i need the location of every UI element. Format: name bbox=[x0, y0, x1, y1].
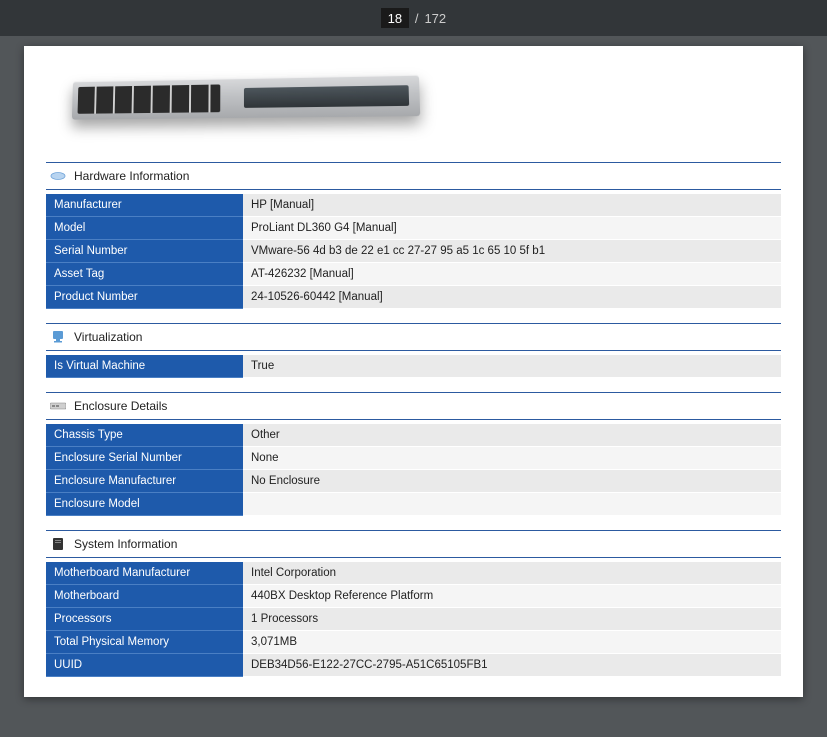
row-label: Model bbox=[46, 217, 243, 240]
section: Virtualization Is Virtual MachineTrue bbox=[46, 323, 781, 378]
section-header: Virtualization bbox=[46, 323, 781, 351]
row-value: VMware-56 4d b3 de 22 e1 cc 27-27 95 a5 … bbox=[243, 240, 781, 263]
section-header: Hardware Information bbox=[46, 162, 781, 190]
row-label: UUID bbox=[46, 654, 243, 677]
section-title: Virtualization bbox=[74, 330, 142, 344]
table-row: Total Physical Memory3,071MB bbox=[46, 631, 781, 654]
section-title: Enclosure Details bbox=[74, 399, 167, 413]
row-value bbox=[243, 493, 781, 516]
section: System Information Motherboard Manufactur… bbox=[46, 530, 781, 677]
table-row: Asset TagAT-426232 [Manual] bbox=[46, 263, 781, 286]
row-value: ProLiant DL360 G4 [Manual] bbox=[243, 217, 781, 240]
row-label: Enclosure Manufacturer bbox=[46, 470, 243, 493]
row-label: Product Number bbox=[46, 286, 243, 309]
row-label: Enclosure Serial Number bbox=[46, 447, 243, 470]
table-row: Enclosure Model bbox=[46, 493, 781, 516]
row-value: HP [Manual] bbox=[243, 194, 781, 217]
row-label: Processors bbox=[46, 608, 243, 631]
section-header: System Information bbox=[46, 530, 781, 558]
table-row: Enclosure Serial NumberNone bbox=[46, 447, 781, 470]
section-title: Hardware Information bbox=[74, 169, 189, 183]
table-row: Enclosure ManufacturerNo Enclosure bbox=[46, 470, 781, 493]
document-page: Hardware Information ManufacturerHP [Manu… bbox=[24, 46, 803, 697]
table-row: Motherboard440BX Desktop Reference Platf… bbox=[46, 585, 781, 608]
page-number-input[interactable] bbox=[381, 8, 409, 28]
table-row: Is Virtual MachineTrue bbox=[46, 355, 781, 378]
section-header: Enclosure Details bbox=[46, 392, 781, 420]
product-image bbox=[46, 72, 426, 144]
table-row: Motherboard ManufacturerIntel Corporatio… bbox=[46, 562, 781, 585]
row-value: Other bbox=[243, 424, 781, 447]
section: Enclosure DetailsChassis TypeOtherEnclos… bbox=[46, 392, 781, 516]
row-label: Chassis Type bbox=[46, 424, 243, 447]
system-icon bbox=[50, 538, 66, 550]
info-table: Motherboard ManufacturerIntel Corporatio… bbox=[46, 562, 781, 677]
section: Hardware Information ManufacturerHP [Manu… bbox=[46, 162, 781, 309]
row-label: Enclosure Model bbox=[46, 493, 243, 516]
table-row: ModelProLiant DL360 G4 [Manual] bbox=[46, 217, 781, 240]
page-total: 172 bbox=[424, 11, 446, 26]
pdf-toolbar: / 172 bbox=[0, 0, 827, 36]
info-table: Chassis TypeOtherEnclosure Serial Number… bbox=[46, 424, 781, 516]
table-row: Chassis TypeOther bbox=[46, 424, 781, 447]
row-value: DEB34D56-E122-27CC-2795-A51C65105FB1 bbox=[243, 654, 781, 677]
chip-icon bbox=[50, 170, 66, 182]
info-table: ManufacturerHP [Manual]ModelProLiant DL3… bbox=[46, 194, 781, 309]
row-value: 440BX Desktop Reference Platform bbox=[243, 585, 781, 608]
row-label: Asset Tag bbox=[46, 263, 243, 286]
row-value: Intel Corporation bbox=[243, 562, 781, 585]
row-label: Is Virtual Machine bbox=[46, 355, 243, 378]
row-label: Motherboard bbox=[46, 585, 243, 608]
table-row: Serial NumberVMware-56 4d b3 de 22 e1 cc… bbox=[46, 240, 781, 263]
table-row: Processors1 Processors bbox=[46, 608, 781, 631]
document-viewport[interactable]: Hardware Information ManufacturerHP [Manu… bbox=[0, 36, 827, 737]
row-value: None bbox=[243, 447, 781, 470]
row-label: Manufacturer bbox=[46, 194, 243, 217]
table-row: ManufacturerHP [Manual] bbox=[46, 194, 781, 217]
row-value: No Enclosure bbox=[243, 470, 781, 493]
row-value: True bbox=[243, 355, 781, 378]
row-value: 3,071MB bbox=[243, 631, 781, 654]
section-title: System Information bbox=[74, 537, 177, 551]
row-value: 1 Processors bbox=[243, 608, 781, 631]
enclosure-icon bbox=[50, 400, 66, 412]
virtualization-icon bbox=[50, 331, 66, 343]
row-label: Serial Number bbox=[46, 240, 243, 263]
row-value: 24-10526-60442 [Manual] bbox=[243, 286, 781, 309]
table-row: Product Number24-10526-60442 [Manual] bbox=[46, 286, 781, 309]
table-row: UUIDDEB34D56-E122-27CC-2795-A51C65105FB1 bbox=[46, 654, 781, 677]
row-value: AT-426232 [Manual] bbox=[243, 263, 781, 286]
row-label: Total Physical Memory bbox=[46, 631, 243, 654]
info-table: Is Virtual MachineTrue bbox=[46, 355, 781, 378]
page-separator: / bbox=[415, 11, 419, 26]
row-label: Motherboard Manufacturer bbox=[46, 562, 243, 585]
